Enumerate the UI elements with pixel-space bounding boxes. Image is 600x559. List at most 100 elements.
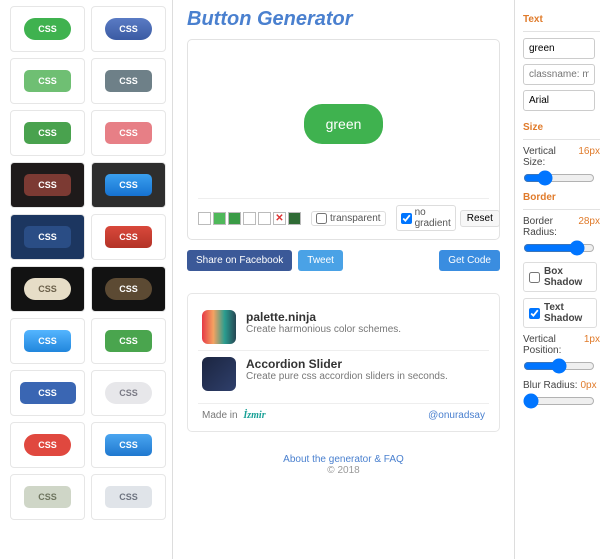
swatch[interactable]	[258, 212, 271, 225]
preset-btn[interactable]: CSS	[24, 122, 71, 144]
share-facebook-button[interactable]: Share on Facebook	[187, 250, 292, 271]
preview-card: green ✕ transparent no	[187, 39, 500, 240]
swatch[interactable]	[198, 212, 211, 225]
preset-item[interactable]: CSS	[10, 266, 85, 312]
preset-item[interactable]: CSS	[91, 474, 166, 520]
stage-tools: ✕ transparent no gradient Reset	[198, 198, 489, 231]
classname-input[interactable]	[523, 64, 595, 85]
promo-icon	[202, 357, 236, 391]
section-border: Border	[523, 192, 600, 203]
divider	[523, 139, 600, 140]
preset-btn[interactable]: CSS	[24, 18, 71, 40]
made-in-row: Made in İzmir @onuradsay	[198, 403, 489, 421]
promo-item[interactable]: Accordion Slider Create pure css accordi…	[198, 350, 489, 397]
preset-item[interactable]: CSS	[91, 318, 166, 364]
preset-btn[interactable]: CSS	[105, 434, 152, 456]
preset-btn[interactable]: CSS	[24, 226, 71, 248]
preset-btn[interactable]: CSS	[105, 226, 152, 248]
preset-btn[interactable]: CSS	[24, 486, 71, 508]
presets-panel: CSS CSS CSS CSS CSS CSS CSS CSS CSS CSS …	[0, 0, 173, 559]
divider	[523, 31, 600, 32]
preset-item[interactable]: CSS	[91, 6, 166, 52]
ts-blur-label: Blur Radius:0px	[523, 380, 600, 391]
preset-item[interactable]: CSS	[91, 214, 166, 260]
preset-item[interactable]: CSS	[10, 6, 85, 52]
nogradient-label: no gradient	[415, 207, 451, 229]
preset-item[interactable]: CSS	[91, 110, 166, 156]
nogradient-toggle[interactable]: no gradient	[396, 205, 456, 231]
transparent-label: transparent	[330, 213, 381, 224]
preset-btn[interactable]: CSS	[20, 382, 76, 404]
preset-btn[interactable]: CSS	[105, 486, 152, 508]
preset-btn[interactable]: CSS	[105, 174, 152, 196]
preset-item[interactable]: CSS	[91, 162, 166, 208]
brand: İzmir	[243, 410, 265, 421]
promo-icon	[202, 310, 236, 344]
section-text: Text	[523, 14, 600, 25]
preset-item[interactable]: CSS	[10, 110, 85, 156]
swatch[interactable]	[243, 212, 256, 225]
swatch[interactable]	[288, 212, 301, 225]
transparent-toggle[interactable]: transparent	[311, 211, 386, 226]
promo-box: palette.ninja Create harmonious color sc…	[187, 293, 500, 432]
font-input[interactable]	[523, 90, 595, 111]
vsize-slider[interactable]	[523, 170, 595, 186]
preset-btn[interactable]: CSS	[105, 122, 152, 144]
nogradient-checkbox[interactable]	[401, 213, 412, 224]
boxshadow-toggle[interactable]: Box Shadow	[523, 262, 597, 292]
preset-btn[interactable]: CSS	[105, 382, 152, 404]
boxshadow-checkbox[interactable]	[529, 272, 540, 283]
vsize-label: Vertical Size:16px	[523, 146, 600, 168]
swatch-none[interactable]: ✕	[273, 212, 286, 225]
get-code-button[interactable]: Get Code	[439, 250, 500, 271]
radius-slider[interactable]	[523, 240, 595, 256]
promo-text: palette.ninja Create harmonious color sc…	[246, 310, 401, 344]
preset-item[interactable]: CSS	[10, 422, 85, 468]
textshadow-toggle[interactable]: Text Shadow	[523, 298, 597, 328]
preset-item[interactable]: CSS	[91, 422, 166, 468]
transparent-checkbox[interactable]	[316, 213, 327, 224]
boxshadow-label: Box Shadow	[544, 266, 591, 288]
swatch[interactable]	[213, 212, 226, 225]
page-title: Button Generator	[187, 8, 500, 31]
preset-grid: CSS CSS CSS CSS CSS CSS CSS CSS CSS CSS …	[10, 6, 166, 520]
preset-item[interactable]: CSS	[10, 214, 85, 260]
preset-btn[interactable]: CSS	[105, 278, 152, 300]
preset-btn[interactable]: CSS	[24, 174, 71, 196]
textshadow-checkbox[interactable]	[529, 308, 540, 319]
radius-label: Border Radius:28px	[523, 216, 600, 238]
main-panel: Button Generator green ✕ transparent	[173, 0, 515, 559]
preset-item[interactable]: CSS	[91, 370, 166, 416]
promo-item[interactable]: palette.ninja Create harmonious color sc…	[198, 304, 489, 350]
preset-item[interactable]: CSS	[10, 162, 85, 208]
promo-title: palette.ninja	[246, 310, 401, 324]
promo-text: Accordion Slider Create pure css accordi…	[246, 357, 448, 391]
preset-btn[interactable]: CSS	[24, 330, 71, 352]
ts-blur-slider[interactable]	[523, 393, 595, 409]
preset-item[interactable]: CSS	[10, 318, 85, 364]
preset-btn[interactable]: CSS	[105, 70, 152, 92]
preset-item[interactable]: CSS	[91, 266, 166, 312]
preset-item[interactable]: CSS	[10, 370, 85, 416]
preview-button[interactable]: green	[304, 104, 384, 144]
preset-btn[interactable]: CSS	[24, 434, 71, 456]
twitter-handle[interactable]: @onuradsay	[428, 410, 485, 421]
color-swatches: ✕	[198, 212, 301, 225]
textshadow-label: Text Shadow	[544, 302, 591, 324]
footer: About the generator & FAQ © 2018	[187, 454, 500, 486]
preset-btn[interactable]: CSS	[24, 278, 71, 300]
preset-btn[interactable]: CSS	[24, 70, 71, 92]
preset-item[interactable]: CSS	[10, 58, 85, 104]
text-input[interactable]	[523, 38, 595, 59]
ts-vpos-slider[interactable]	[523, 358, 595, 374]
preset-item[interactable]: CSS	[91, 58, 166, 104]
preset-item[interactable]: CSS	[10, 474, 85, 520]
reset-button[interactable]: Reset	[460, 210, 500, 227]
promo-sub: Create pure css accordion sliders in sec…	[246, 371, 448, 382]
copyright: © 2018	[327, 465, 359, 476]
swatch[interactable]	[228, 212, 241, 225]
preset-btn[interactable]: CSS	[105, 18, 152, 40]
preset-btn[interactable]: CSS	[105, 330, 152, 352]
tweet-button[interactable]: Tweet	[298, 250, 343, 271]
about-link[interactable]: About the generator & FAQ	[283, 454, 404, 465]
